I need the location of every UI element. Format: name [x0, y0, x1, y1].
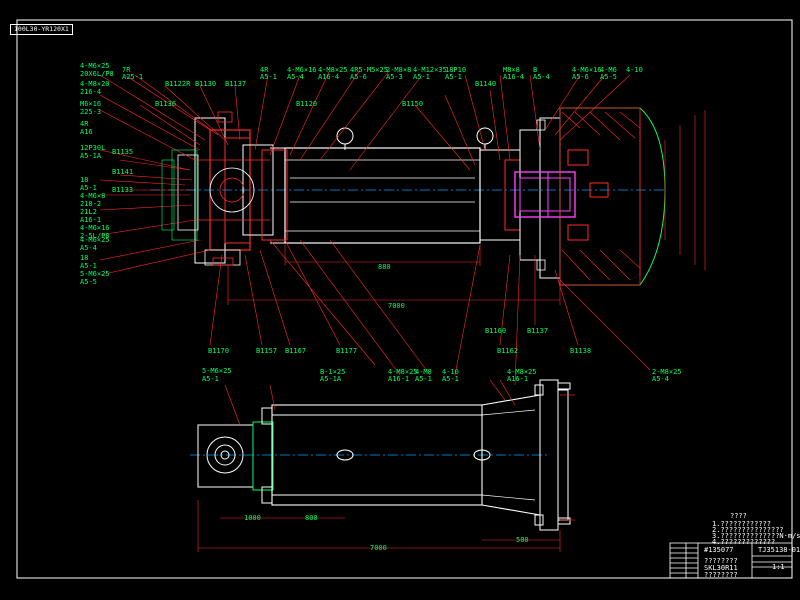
- callout-left-23: A5-5: [80, 278, 97, 286]
- callout-left-14: 21L2: [80, 208, 97, 216]
- callout-part-4: B1150: [402, 100, 424, 108]
- callout-topsub-3: A16-4: [318, 73, 340, 81]
- callout-left-21: A5-1: [80, 262, 97, 270]
- notes-heading: ????: [730, 512, 747, 520]
- callout-lower-1: A5-1: [202, 375, 219, 383]
- callout-topsub-2: A5-4: [287, 73, 304, 81]
- callout-left-20: 18: [80, 254, 89, 262]
- callout-bottom-2: B1167: [285, 347, 307, 355]
- callout-topsub-9: A5-4: [533, 73, 550, 81]
- cad-drawing-canvas: 100L30-YR120X1 4-M6×25 20X6L/P8 4-M8×20 …: [0, 0, 800, 600]
- callout-topsub-7: A5-1: [445, 73, 462, 81]
- callout-left-15: A16-1: [80, 216, 102, 224]
- callout-top-2: B1122R: [165, 80, 191, 88]
- mounting-wall: [559, 107, 666, 286]
- callout-left-18: 4-M6×25: [80, 236, 110, 244]
- callout-part-0: B1130: [195, 80, 217, 88]
- cylinder-body: [261, 147, 481, 244]
- dim-lower-overall: 7000: [370, 544, 387, 552]
- callout-left-19: A5-4: [80, 244, 97, 252]
- callout-left-3: 216-4: [80, 88, 102, 96]
- callout-left-10: 18: [80, 176, 89, 184]
- flange-right: [479, 117, 576, 279]
- dim-lower-left: 1000: [244, 514, 261, 522]
- title-drawing-no: TJ35138-01110: [758, 546, 800, 554]
- callout-bottom-3: B1177: [336, 347, 358, 355]
- flange-lower: [534, 379, 571, 531]
- gearbox-left: [177, 111, 274, 266]
- dim-overall-top: 7000: [388, 302, 405, 310]
- callout-left-12: 4-M6×8: [80, 192, 106, 200]
- callout-topsub-11: A5-5: [600, 73, 617, 81]
- callout-left-1: 20X6L/P8: [80, 70, 114, 78]
- callout-topsub-8: A16-4: [503, 73, 525, 81]
- callout-left-13: 218-2: [80, 200, 102, 208]
- callout-bottom-12: B1162: [497, 347, 519, 355]
- callout-left-11: A5-1: [80, 184, 97, 192]
- lifting-eye-right: [476, 127, 494, 150]
- dim-body-top: 880: [378, 263, 391, 271]
- cad-svg: [16, 19, 793, 579]
- callout-left-4: M6×16: [80, 100, 102, 108]
- title-scale: 1:1: [772, 563, 785, 571]
- callout-left-8: 12P30L: [80, 144, 106, 152]
- callout-bottom-1: B1157: [256, 347, 278, 355]
- dimension-lines-bottom: [197, 379, 575, 552]
- callout-bottom-15: B1138: [570, 347, 592, 355]
- callout-left-0: 4-M6×25: [80, 62, 110, 70]
- callout-bottom-13: B1160: [485, 327, 507, 335]
- callout-bottom-14: B1137: [527, 327, 549, 335]
- callout-left-9: A5-1A: [80, 152, 102, 160]
- dim-lower-mid: 800: [305, 514, 318, 522]
- lifting-eye-left: [336, 127, 354, 150]
- callout-bottom-5: A5-1A: [320, 375, 342, 383]
- callout-part-2: B1136: [155, 100, 177, 108]
- dimension-lines-top: [227, 110, 706, 305]
- callout-topsub-0: A25-1: [122, 73, 144, 81]
- callout-bottom-11: A5-1: [442, 375, 459, 383]
- callout-bottom-right-1: A5-4: [652, 375, 669, 383]
- motor-end-view: [197, 407, 274, 504]
- notes-line-3: 4.?????????????: [712, 538, 776, 546]
- callout-top-14: 4-10: [626, 66, 643, 74]
- callout-left-5: 225-3: [80, 108, 102, 116]
- callout-part-6: B1135: [112, 148, 134, 156]
- callout-lower-0: 5-M6×25: [202, 367, 232, 375]
- callout-bottom-0: B1170: [208, 347, 230, 355]
- callout-part-1: B1137: [225, 80, 247, 88]
- callout-topsub-6: A5-1: [413, 73, 430, 81]
- callout-left-2: 4-M8×20: [80, 80, 110, 88]
- callout-left-7: A16: [80, 128, 93, 136]
- callout-part-3: B1140: [475, 80, 497, 88]
- title-name-3: ????????: [704, 571, 738, 579]
- callout-bottom-9: A5-1: [415, 375, 432, 383]
- callout-part-7: B1141: [112, 168, 134, 176]
- callout-left-16: 4-M6×16: [80, 224, 110, 232]
- callout-left-6: 4R: [80, 120, 89, 128]
- callout-left-22: 5-M6×25: [80, 270, 110, 278]
- callout-topsub-1: A5-1: [260, 73, 277, 81]
- callout-lower-4: A16-1: [507, 375, 529, 383]
- title-project: #135077: [704, 546, 734, 554]
- callout-part-5: B1120: [296, 100, 318, 108]
- callout-part-8: B1133: [112, 186, 134, 194]
- callout-topsub-10: A5-6: [572, 73, 589, 81]
- callout-topsub-5: A5-3: [386, 73, 403, 81]
- dim-lower-right: 500: [516, 536, 529, 544]
- callout-bottom-7: A16-1: [388, 375, 410, 383]
- callout-topsub-4: A5-6: [350, 73, 367, 81]
